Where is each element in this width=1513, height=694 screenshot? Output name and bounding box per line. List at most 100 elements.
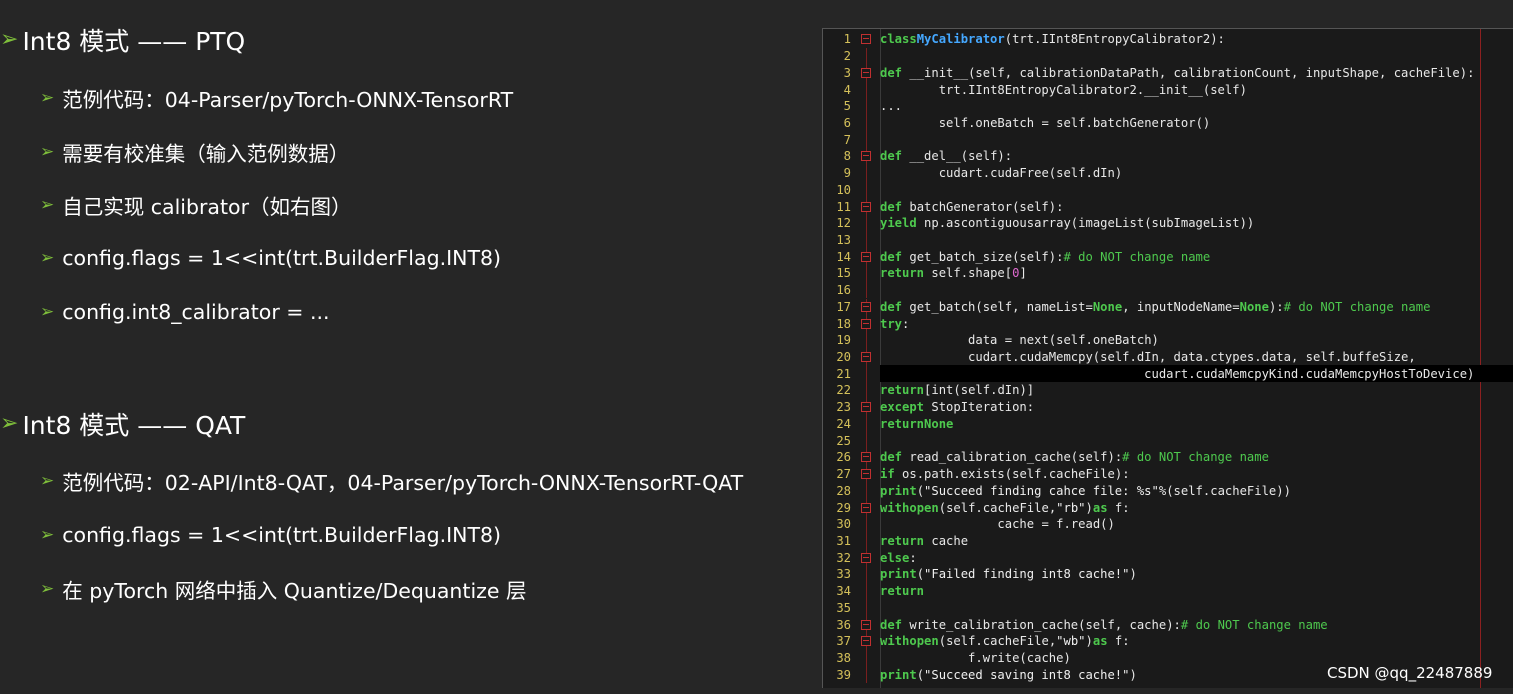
code-text: def read_calibration_cache(self): # do N… bbox=[880, 450, 1269, 465]
fold-marker-icon[interactable] bbox=[860, 502, 871, 513]
fold-gutter bbox=[851, 97, 880, 115]
fold-guide-line bbox=[865, 582, 867, 600]
fold-gutter bbox=[851, 482, 880, 500]
line-number: 5 bbox=[843, 99, 851, 114]
section-heading-2: ➢ Int8 模式 —— QAT bbox=[0, 406, 245, 442]
fold-marker-icon[interactable] bbox=[860, 201, 871, 212]
code-line: 17 def get_batch(self, nameList = None, in… bbox=[823, 298, 1513, 316]
line-number: 14 bbox=[836, 249, 851, 264]
arrow-right-icon: ➢ bbox=[0, 27, 19, 52]
code-text: class MyCalibrator(trt. IInt8EntropyCalib… bbox=[880, 32, 1225, 47]
line-number: 9 bbox=[843, 166, 851, 181]
bullet-text: 自己实现 calibrator（如右图） bbox=[62, 195, 352, 219]
fold-gutter bbox=[851, 298, 880, 316]
code-line: 21 cudart. cudaMemcpyKind. cudaMemcpyHostT… bbox=[823, 365, 1513, 383]
code-line: 24 return None bbox=[823, 415, 1513, 433]
fold-marker-icon[interactable] bbox=[860, 552, 871, 563]
code-text: return cache bbox=[880, 533, 969, 548]
fold-marker-icon[interactable] bbox=[860, 452, 871, 463]
bullet-item: ➢ 范例代码：02-API/Int8-QAT，04-Parser/pyTorch-… bbox=[40, 466, 743, 496]
code-text: def __del__(self): bbox=[880, 149, 1013, 164]
section-heading-text: Int8 模式 —— PTQ bbox=[22, 27, 246, 56]
line-number: 13 bbox=[836, 232, 851, 247]
fold-marker-icon[interactable] bbox=[860, 67, 871, 78]
line-number: 12 bbox=[836, 216, 851, 231]
line-number: 24 bbox=[836, 416, 851, 431]
line-number: 26 bbox=[836, 450, 851, 465]
line-number: 25 bbox=[836, 433, 851, 448]
code-line: 25 bbox=[823, 432, 1513, 449]
fold-guide-line bbox=[865, 47, 867, 65]
code-text: print("Failed finding int8 cache!") bbox=[880, 567, 1137, 582]
fold-gutter bbox=[851, 181, 880, 199]
code-text: return self. shape[0] bbox=[880, 266, 1027, 281]
fold-marker-icon[interactable] bbox=[860, 619, 871, 630]
fold-gutter bbox=[851, 164, 880, 182]
code-text: with open(self. cacheFile, "wb") as f: bbox=[880, 634, 1130, 649]
code-line: 32 else: bbox=[823, 549, 1513, 566]
code-text: cudart. cudaMemcpyKind. cudaMemcpyHostToDe… bbox=[880, 365, 1513, 383]
code-text: def write_calibration_cache(self, cache)… bbox=[880, 617, 1328, 632]
code-panel: 1 class MyCalibrator(trt. IInt8EntropyCali… bbox=[822, 28, 1513, 688]
fold-marker-icon[interactable] bbox=[860, 151, 871, 162]
code-text: return bbox=[880, 584, 925, 599]
line-number: 23 bbox=[836, 400, 851, 415]
code-line: 11 def batchGenerator(self): bbox=[823, 198, 1513, 215]
fold-guide-line bbox=[865, 265, 867, 282]
code-line: 35 bbox=[823, 599, 1513, 617]
fold-gutter bbox=[851, 198, 880, 215]
fold-gutter bbox=[851, 632, 880, 650]
arrow-right-icon: ➢ bbox=[40, 194, 55, 215]
fold-marker-icon[interactable] bbox=[860, 352, 871, 363]
fold-marker-icon[interactable] bbox=[860, 318, 871, 329]
fold-marker-icon[interactable] bbox=[860, 469, 871, 480]
line-number: 16 bbox=[836, 283, 851, 298]
code-text: else: bbox=[880, 550, 917, 565]
fold-gutter bbox=[851, 315, 880, 332]
code-text: except StopIteration: bbox=[880, 400, 1035, 415]
line-number: 39 bbox=[836, 667, 851, 682]
fold-marker-icon[interactable] bbox=[860, 251, 871, 262]
line-number: 21 bbox=[836, 366, 851, 381]
code-line: 29 with open(self. cacheFile, "rb") as f: bbox=[823, 499, 1513, 516]
bullet-text: 范例代码：04-Parser/pyTorch-ONNX-TensorRT bbox=[62, 88, 514, 112]
bullet-text: config.int8_calibrator = ... bbox=[62, 300, 330, 324]
code-line: 3 def __init__(self, calibrationDataPath… bbox=[823, 64, 1513, 82]
fold-guide-line bbox=[865, 131, 867, 148]
fold-guide-line bbox=[865, 365, 867, 383]
fold-marker-icon[interactable] bbox=[860, 301, 871, 312]
fold-gutter bbox=[851, 131, 880, 148]
fold-guide-line bbox=[865, 415, 867, 433]
arrow-right-icon: ➢ bbox=[40, 301, 55, 322]
fold-marker-icon[interactable] bbox=[860, 636, 871, 647]
line-number: 17 bbox=[836, 299, 851, 314]
bullet-item: ➢ config.int8_calibrator = ... bbox=[40, 297, 330, 327]
fold-guide-line bbox=[865, 566, 867, 583]
fold-gutter bbox=[851, 248, 880, 266]
fold-gutter bbox=[851, 231, 880, 249]
arrow-right-icon: ➢ bbox=[40, 87, 55, 108]
fold-gutter bbox=[851, 331, 880, 349]
fold-guide-line bbox=[865, 97, 867, 115]
code-line: 15 return self. shape[0] bbox=[823, 265, 1513, 282]
fold-guide-line bbox=[865, 649, 867, 667]
code-line: 12 yield np. ascontiguousarray(imageList(… bbox=[823, 214, 1513, 232]
arrow-right-icon: ➢ bbox=[40, 470, 55, 491]
code-text: return [int(self. dIn)] bbox=[880, 383, 1035, 398]
fold-marker-icon[interactable] bbox=[860, 402, 871, 413]
bullet-item: ➢ 自己实现 calibrator（如右图） bbox=[40, 190, 352, 220]
fold-guide-line bbox=[865, 382, 867, 399]
fold-guide-line bbox=[865, 515, 867, 533]
fold-gutter bbox=[851, 265, 880, 282]
line-number: 22 bbox=[836, 383, 851, 398]
code-line: 5 ... bbox=[823, 97, 1513, 115]
code-line: 27 if os. path. exists(self. cacheFile): bbox=[823, 465, 1513, 483]
code-text: data = next(self. oneBatch) bbox=[880, 333, 1159, 348]
fold-gutter bbox=[851, 47, 880, 65]
code-text: if os. path. exists(self. cacheFile): bbox=[880, 467, 1130, 482]
fold-marker-icon[interactable] bbox=[860, 34, 871, 45]
fold-gutter bbox=[851, 566, 880, 583]
